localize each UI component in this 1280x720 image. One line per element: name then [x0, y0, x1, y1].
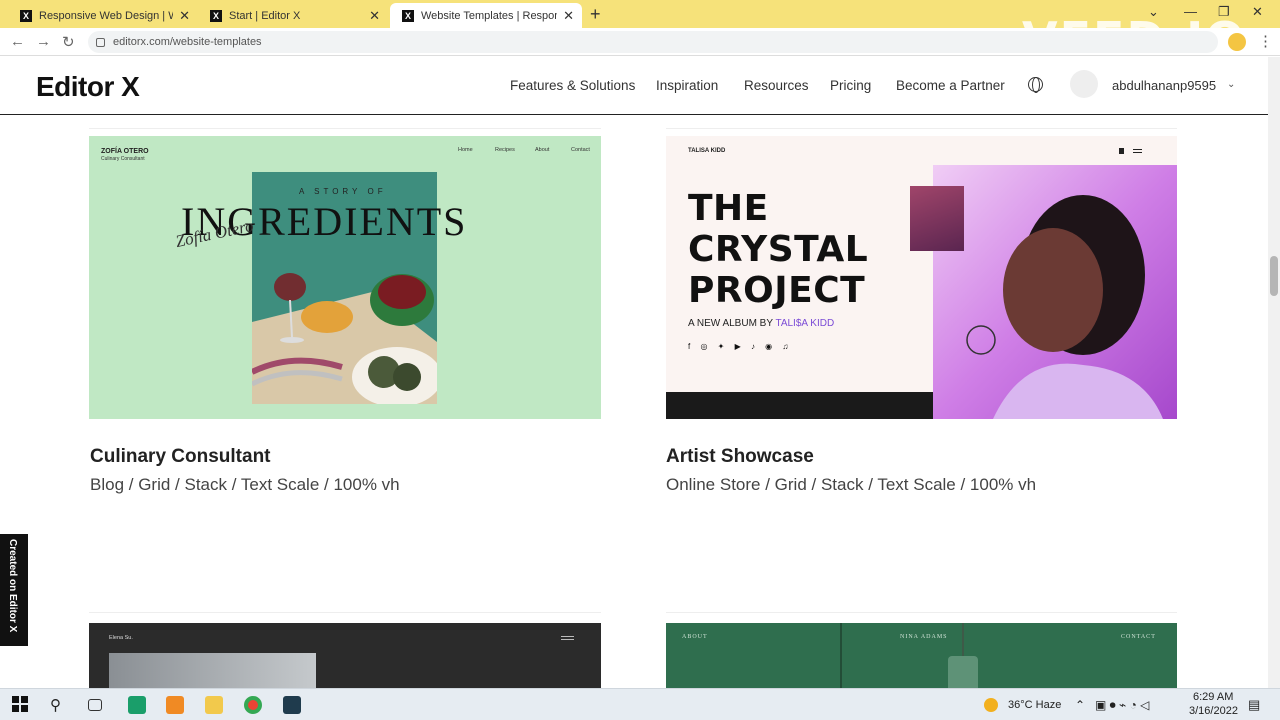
headline-line: PROJECT — [688, 270, 866, 311]
nav-features-solutions[interactable]: Features & Solutions — [510, 78, 635, 93]
preview-brand-sub: Culinary Consultant — [101, 156, 145, 162]
language-globe-icon[interactable] — [1028, 77, 1043, 93]
card-title-culinary[interactable]: Culinary Consultant — [90, 446, 271, 468]
editor-x-favicon-icon: X — [402, 9, 414, 22]
app-icon[interactable] — [128, 696, 146, 714]
tab-title: Website Templates | Responsive — [421, 9, 557, 22]
preview-story-label: A STORY OF — [299, 187, 387, 196]
preview-menu-item: Recipes — [495, 147, 515, 153]
preview-menu-item: ABOUT — [682, 634, 708, 640]
preview-footer-bar — [666, 392, 933, 419]
editor-x-logo[interactable]: Editor X — [36, 71, 140, 103]
close-icon[interactable]: ✕ — [179, 8, 190, 24]
browser-tab-1[interactable]: X Responsive Web Design | Websit ✕ — [8, 3, 198, 28]
preview-brand: Elena Su. — [109, 635, 133, 641]
artist-portrait-photo — [933, 165, 1177, 419]
address-bar: ← → ↻ editorx.com/website-templates — [0, 28, 1280, 56]
username[interactable]: abdulhananp9595 — [1112, 78, 1216, 93]
preview-menu-item: CONTACT — [1121, 634, 1156, 640]
chevron-up-icon[interactable]: ⌃ — [1075, 698, 1085, 712]
forward-icon[interactable]: → — [36, 33, 51, 50]
nina-adams-template-preview[interactable]: ABOUT NINA ADAMS CONTACT — [666, 623, 1177, 688]
preview-menu-item: About — [535, 147, 550, 153]
preview-divider — [840, 623, 842, 688]
user-avatar[interactable] — [1070, 70, 1098, 98]
card-title-artist[interactable]: Artist Showcase — [666, 446, 814, 468]
elena-template-preview[interactable]: Elena Su. — [89, 623, 601, 688]
browser-menu-icon[interactable]: ⋮ — [1258, 32, 1273, 50]
chevron-down-icon[interactable]: ⌄ — [1227, 79, 1235, 90]
browser-tab-2[interactable]: X Start | Editor X ✕ — [198, 3, 388, 28]
nav-become-partner[interactable]: Become a Partner — [896, 78, 1005, 93]
headline-line: CRYSTAL — [688, 229, 869, 270]
preview-brand: ZOFÍA OTERO — [101, 148, 149, 155]
headline-line: THE — [688, 188, 769, 229]
badge-label: Created on Editor X — [7, 539, 18, 633]
preview-menu-item: Home — [458, 147, 473, 153]
close-icon[interactable]: ✕ — [369, 8, 380, 24]
lock-icon — [96, 37, 105, 47]
app-icon[interactable] — [166, 696, 184, 714]
preview-menu-item: NINA ADAMS — [900, 634, 948, 640]
chrome-icon[interactable] — [244, 696, 262, 714]
culinary-consultant-preview[interactable]: ZOFÍA OTERO Culinary Consultant Home Rec… — [89, 136, 601, 419]
template-preview-strip — [666, 612, 1177, 620]
nav-inspiration[interactable]: Inspiration — [656, 78, 718, 93]
nav-pricing[interactable]: Pricing — [830, 78, 871, 93]
preview-thumbnail — [910, 186, 964, 251]
task-view-icon[interactable] — [88, 699, 102, 711]
subtitle-prefix: A NEW ALBUM BY — [688, 318, 773, 329]
preview-menu-item: Contact — [571, 147, 590, 153]
card-tags-artist: Online Store / Grid / Stack / Text Scale… — [666, 475, 1037, 494]
search-icon[interactable]: ⚲ — [50, 696, 68, 714]
close-icon[interactable]: ✕ — [563, 8, 574, 24]
social-icons: f ◎ ✦ ▶ ♪ ◉ ♫ — [688, 342, 793, 351]
artist-showcase-preview[interactable]: TALISA KIDD THE CRYSTAL PROJECT A NEW AL… — [666, 136, 1177, 419]
reload-icon[interactable]: ↻ — [62, 33, 75, 51]
editor-x-favicon-icon: X — [20, 9, 32, 22]
hamburger-menu-icon — [561, 636, 574, 640]
template-preview-strip — [666, 128, 1177, 136]
app-icon[interactable] — [283, 696, 301, 714]
clock-time[interactable]: 6:29 AM — [1193, 691, 1233, 703]
nav-resources[interactable]: Resources — [744, 78, 809, 93]
page-scrollbar[interactable] — [1268, 57, 1280, 688]
preview-brand: TALISA KIDD — [688, 148, 726, 154]
scrollbar-thumb[interactable] — [1270, 256, 1278, 296]
subtitle-artist: TALI$A KIDD — [775, 318, 835, 329]
file-explorer-icon[interactable] — [205, 696, 223, 714]
site-header: Editor X Features & Solutions Inspiratio… — [0, 57, 1268, 115]
editor-x-favicon-icon: X — [210, 9, 222, 22]
cart-icon — [1119, 148, 1124, 154]
new-tab-icon[interactable]: + — [590, 4, 601, 25]
preview-headline: THE CRYSTAL PROJECT — [688, 188, 868, 311]
template-preview-strip — [89, 612, 601, 620]
notification-icon[interactable]: ▤ — [1248, 697, 1260, 713]
browser-profile-icon[interactable] — [1228, 33, 1246, 51]
hamburger-menu-icon — [1133, 149, 1142, 153]
weather-icon[interactable] — [984, 698, 998, 712]
browser-tab-3[interactable]: X Website Templates | Responsive ✕ — [390, 3, 582, 28]
tab-title: Responsive Web Design | Websit — [39, 9, 173, 22]
preview-photo — [109, 653, 316, 688]
back-icon[interactable]: ← — [10, 33, 25, 50]
windows-start-icon[interactable] — [12, 696, 30, 714]
url-text: editorx.com/website-templates — [113, 36, 262, 48]
windows-taskbar: ⚲ 36°C Haze ⌃ ▣ ⏺ ⌁ ◔ ◁ 6:29 AM 3/16/202… — [0, 688, 1280, 720]
tab-title: Start | Editor X — [229, 9, 301, 22]
template-preview-strip — [89, 128, 601, 136]
lamp-shade — [948, 656, 978, 688]
created-on-editor-x-badge[interactable]: Created on Editor X — [0, 534, 28, 646]
weather-text[interactable]: 36°C Haze — [1008, 699, 1061, 711]
lamp-rod — [962, 623, 964, 656]
url-input[interactable]: editorx.com/website-templates — [88, 31, 1218, 53]
clock-date[interactable]: 3/16/2022 — [1189, 705, 1238, 717]
system-tray-icons[interactable]: ▣ ⏺ ⌁ ◔ ◁ — [1095, 698, 1149, 713]
card-tags-culinary: Blog / Grid / Stack / Text Scale / 100% … — [90, 475, 400, 494]
preview-subtitle: A NEW ALBUM BY TALI$A KIDD — [688, 318, 834, 329]
window-close-icon[interactable]: ✕ — [1252, 4, 1263, 20]
